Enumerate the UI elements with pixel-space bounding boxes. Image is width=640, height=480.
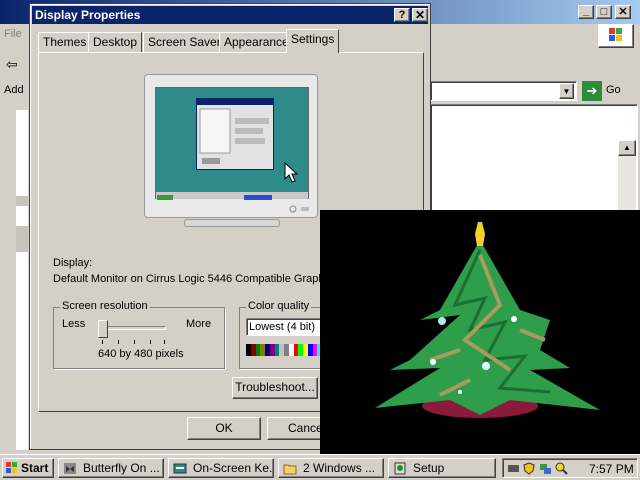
slider-tick xyxy=(118,340,119,344)
keyboard-icon xyxy=(173,463,187,474)
taskbar-item-windows-group[interactable]: 2 Windows ... xyxy=(278,458,384,478)
taskbar-item-butterfly[interactable]: Butterfly On ... xyxy=(58,458,164,478)
tab-settings[interactable]: Settings xyxy=(286,29,340,53)
go-label: Go xyxy=(606,84,621,96)
address-label: Add xyxy=(4,84,24,96)
mouse-cursor-icon xyxy=(284,161,300,184)
keyboard-tray-icon[interactable] xyxy=(507,462,520,475)
start-label: Start xyxy=(21,461,49,475)
resolution-more-label: More xyxy=(186,318,212,330)
help-button[interactable]: ? xyxy=(394,8,410,22)
address-dropdown-button[interactable]: ▼ xyxy=(559,83,574,99)
taskbar-item-label: Butterfly On ... xyxy=(83,461,160,475)
color-palette-preview xyxy=(246,344,322,356)
vertical-scrollbar[interactable]: ▲ xyxy=(618,140,636,220)
windows-logo-icon xyxy=(598,24,634,48)
resolution-less-label: Less xyxy=(62,318,86,330)
monitor-bezel xyxy=(144,74,318,218)
security-shield-icon[interactable] xyxy=(523,462,536,475)
preview-window-title xyxy=(197,99,273,105)
dialog-close-button[interactable]: ✕ xyxy=(412,8,428,22)
scroll-up-button[interactable]: ▲ xyxy=(618,140,636,156)
preview-window xyxy=(196,98,274,170)
windows-logo-icon xyxy=(6,462,17,473)
taskbar-item-setup[interactable]: Setup xyxy=(388,458,496,478)
color-quality-select[interactable]: Lowest (4 bit) xyxy=(246,318,322,336)
tab-appearance[interactable]: Appearance xyxy=(219,32,294,52)
dialog-title-bar[interactable]: Display Properties ? ✕ xyxy=(32,6,428,24)
tab-screen-saver[interactable]: Screen Saver xyxy=(143,32,226,52)
taskbar: Start Butterfly On ... On-Screen Ke... 2… xyxy=(0,454,640,480)
screen-resolution-group: Screen resolution Less More 640 by 480 p… xyxy=(53,300,225,369)
start-button[interactable]: Start xyxy=(2,458,54,478)
folder-icon xyxy=(283,464,297,475)
dialog-title: Display Properties xyxy=(35,8,141,22)
display-label: Display: xyxy=(53,257,93,269)
screensaver-overlay xyxy=(320,210,640,454)
monitor-preview xyxy=(144,74,318,227)
taskbar-item-label: 2 Windows ... xyxy=(303,461,376,475)
setup-icon xyxy=(394,462,406,475)
go-button[interactable]: ➔ Go xyxy=(582,81,638,101)
taskbar-item-label: On-Screen Ke... xyxy=(193,461,274,475)
back-arrow-icon[interactable]: ⇦ xyxy=(6,56,28,74)
go-arrow-icon: ➔ xyxy=(582,81,602,101)
maximize-button[interactable]: □ xyxy=(596,5,612,19)
resolution-slider-thumb[interactable] xyxy=(98,320,108,338)
minimize-button[interactable]: _ xyxy=(578,5,594,19)
resolution-slider-track[interactable] xyxy=(98,326,166,330)
monitor-stand xyxy=(184,219,280,227)
resolution-value: 640 by 480 pixels xyxy=(98,348,184,360)
ok-button[interactable]: OK xyxy=(187,417,261,440)
close-button[interactable]: ✕ xyxy=(615,5,631,19)
screen-resolution-label: Screen resolution xyxy=(60,300,150,312)
network-icon[interactable] xyxy=(539,462,552,475)
explorer-left-pane[interactable] xyxy=(16,110,28,450)
address-input[interactable]: ▼ xyxy=(430,81,577,101)
tab-themes[interactable]: Themes xyxy=(38,32,92,52)
butterfly-icon xyxy=(64,463,76,474)
slider-tick xyxy=(134,340,135,344)
tab-desktop[interactable]: Desktop xyxy=(88,32,143,52)
slider-tick xyxy=(164,340,165,344)
explorer-content-pane[interactable] xyxy=(430,104,638,224)
slider-tick xyxy=(102,340,103,344)
christmas-tree-icon xyxy=(375,222,600,418)
left-pane-separator xyxy=(16,226,28,252)
menu-file[interactable]: File xyxy=(4,28,22,40)
left-pane-separator xyxy=(16,196,28,206)
system-tray: 7:57 PM xyxy=(502,458,638,478)
search-magnifier-icon[interactable] xyxy=(555,462,568,475)
clock[interactable]: 7:57 PM xyxy=(589,462,634,476)
troubleshoot-button[interactable]: Troubleshoot... xyxy=(232,377,318,399)
color-quality-label: Color quality xyxy=(246,300,312,312)
taskbar-item-onscreen-keyboard[interactable]: On-Screen Ke... xyxy=(168,458,274,478)
taskbar-item-label: Setup xyxy=(413,461,445,475)
slider-tick xyxy=(150,340,151,344)
color-quality-group: Color quality Lowest (4 bit) xyxy=(239,300,323,369)
preview-taskbar xyxy=(156,192,308,200)
